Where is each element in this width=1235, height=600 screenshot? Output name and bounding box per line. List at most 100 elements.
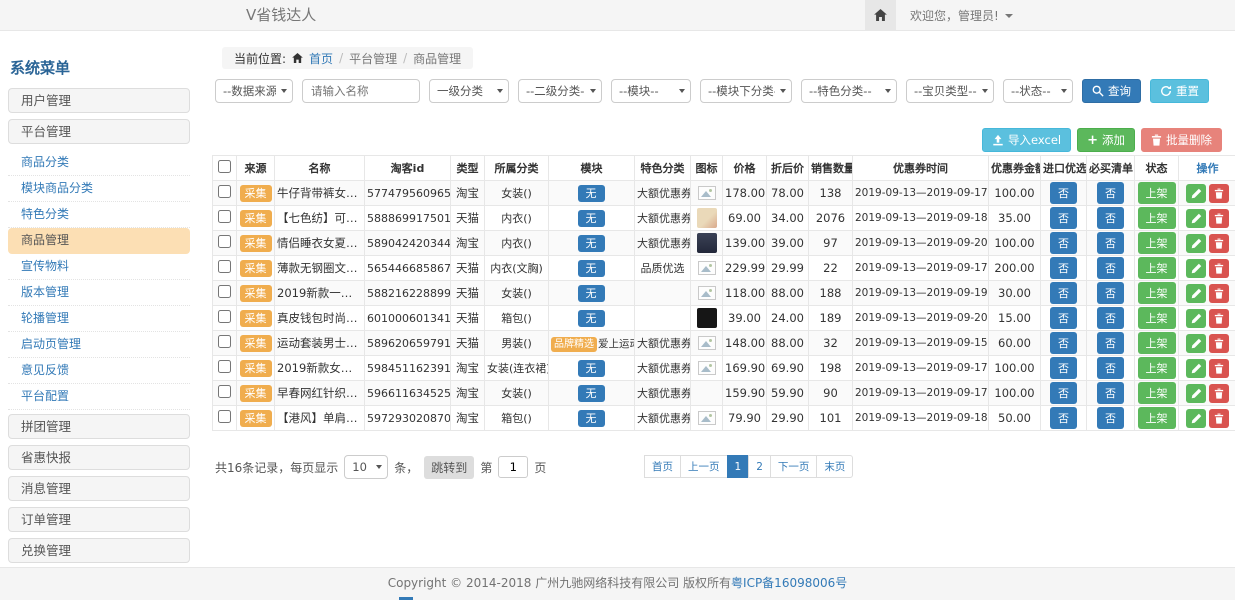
status-button[interactable]: 上架 — [1138, 282, 1176, 304]
delete-button[interactable] — [1209, 234, 1229, 253]
pagination-button[interactable]: 上一页 — [680, 455, 728, 478]
sidebar-subitem[interactable]: 版本管理 — [8, 280, 190, 306]
sidebar-subitem[interactable]: 启动页管理 — [8, 332, 190, 358]
pagination-button[interactable]: 首页 — [644, 455, 681, 478]
per-page-select[interactable]: 10 — [344, 455, 388, 479]
pagination-button[interactable]: 下一页 — [770, 455, 818, 478]
delete-button[interactable] — [1209, 409, 1229, 428]
must-buy-toggle[interactable]: 否 — [1097, 257, 1124, 279]
row-checkbox[interactable] — [218, 360, 231, 373]
status-button[interactable]: 上架 — [1138, 407, 1176, 429]
import-select-toggle[interactable]: 否 — [1050, 207, 1077, 229]
sidebar-subitem[interactable]: 特色分类 — [8, 202, 190, 228]
status-button[interactable]: 上架 — [1138, 307, 1176, 329]
delete-button[interactable] — [1209, 309, 1229, 328]
row-checkbox[interactable] — [218, 210, 231, 223]
sidebar-subitem[interactable]: 商品分类 — [8, 150, 190, 176]
row-checkbox[interactable] — [218, 385, 231, 398]
edit-button[interactable] — [1186, 184, 1206, 203]
batch-delete-button[interactable]: 批量删除 — [1141, 128, 1222, 152]
delete-button[interactable] — [1209, 334, 1229, 353]
import-select-toggle[interactable]: 否 — [1050, 282, 1077, 304]
must-buy-toggle[interactable]: 否 — [1097, 207, 1124, 229]
import-excel-button[interactable]: 导入excel — [982, 128, 1071, 152]
filter-select[interactable]: --状态-- — [1003, 79, 1073, 103]
import-select-toggle[interactable]: 否 — [1050, 407, 1077, 429]
sidebar-subitem[interactable]: 模块商品分类 — [8, 176, 190, 202]
edit-button[interactable] — [1186, 259, 1206, 278]
name-search-input[interactable] — [302, 79, 420, 103]
row-checkbox[interactable] — [218, 285, 231, 298]
status-button[interactable]: 上架 — [1138, 182, 1176, 204]
sidebar-section[interactable]: 订单管理 — [8, 507, 190, 532]
must-buy-toggle[interactable]: 否 — [1097, 232, 1124, 254]
row-checkbox[interactable] — [218, 235, 231, 248]
import-select-toggle[interactable]: 否 — [1050, 357, 1077, 379]
pagination-button[interactable]: 末页 — [816, 455, 853, 478]
sidebar-subitem[interactable]: 宣传物料 — [8, 254, 190, 280]
home-button[interactable] — [865, 0, 896, 30]
filter-select[interactable]: --宝贝类型-- — [906, 79, 994, 103]
sidebar-subitem[interactable]: 商品管理 — [8, 228, 190, 254]
status-button[interactable]: 上架 — [1138, 257, 1176, 279]
edit-button[interactable] — [1186, 409, 1206, 428]
edit-button[interactable] — [1186, 384, 1206, 403]
status-button[interactable]: 上架 — [1138, 382, 1176, 404]
edit-button[interactable] — [1186, 334, 1206, 353]
filter-select[interactable]: --二级分类-- — [518, 79, 602, 103]
delete-button[interactable] — [1209, 284, 1229, 303]
sidebar-section-platform-mgmt[interactable]: 平台管理 — [8, 119, 190, 144]
sidebar-section[interactable]: 兑换管理 — [8, 538, 190, 563]
must-buy-toggle[interactable]: 否 — [1097, 407, 1124, 429]
row-checkbox[interactable] — [218, 260, 231, 273]
filter-select[interactable]: 一级分类 — [429, 79, 509, 103]
row-checkbox[interactable] — [218, 185, 231, 198]
filter-select[interactable]: --模块下分类-- — [700, 79, 792, 103]
edit-button[interactable] — [1186, 359, 1206, 378]
edit-button[interactable] — [1186, 309, 1206, 328]
must-buy-toggle[interactable]: 否 — [1097, 282, 1124, 304]
must-buy-toggle[interactable]: 否 — [1097, 382, 1124, 404]
import-select-toggle[interactable]: 否 — [1050, 332, 1077, 354]
add-button[interactable]: + 添加 — [1077, 128, 1135, 152]
delete-button[interactable] — [1209, 259, 1229, 278]
row-checkbox[interactable] — [218, 310, 231, 323]
sidebar-subitem[interactable]: 轮播管理 — [8, 306, 190, 332]
page-number-input[interactable] — [498, 456, 528, 478]
pagination-button[interactable]: 1 — [727, 455, 750, 478]
delete-button[interactable] — [1209, 209, 1229, 228]
reset-button[interactable]: 重置 — [1150, 79, 1209, 103]
icp-link[interactable]: 粤ICP备16098006号 — [731, 576, 847, 590]
import-select-toggle[interactable]: 否 — [1050, 382, 1077, 404]
filter-select[interactable]: --模块-- — [611, 79, 691, 103]
must-buy-toggle[interactable]: 否 — [1097, 307, 1124, 329]
sidebar-section[interactable]: 拼团管理 — [8, 414, 190, 439]
must-buy-toggle[interactable]: 否 — [1097, 182, 1124, 204]
sidebar-subitem[interactable]: 平台配置 — [8, 384, 190, 410]
jump-to-button[interactable]: 跳转到 — [424, 456, 474, 479]
edit-button[interactable] — [1186, 209, 1206, 228]
status-button[interactable]: 上架 — [1138, 232, 1176, 254]
sidebar-subitem[interactable]: 意见反馈 — [8, 358, 190, 384]
user-menu[interactable]: 欢迎您，管理员! — [910, 7, 1013, 24]
status-button[interactable]: 上架 — [1138, 357, 1176, 379]
import-select-toggle[interactable]: 否 — [1050, 257, 1077, 279]
breadcrumb-home-link[interactable]: 首页 — [309, 50, 333, 67]
must-buy-toggle[interactable]: 否 — [1097, 332, 1124, 354]
pagination-button[interactable]: 2 — [748, 455, 771, 478]
filter-select[interactable]: --特色分类-- — [801, 79, 897, 103]
sidebar-section[interactable]: 省惠快报 — [8, 445, 190, 470]
sidebar-section[interactable]: 消息管理 — [8, 476, 190, 501]
import-select-toggle[interactable]: 否 — [1050, 182, 1077, 204]
sidebar-section-user-mgmt[interactable]: 用户管理 — [8, 88, 190, 113]
edit-button[interactable] — [1186, 234, 1206, 253]
search-button[interactable]: 查询 — [1082, 79, 1141, 103]
edit-button[interactable] — [1186, 284, 1206, 303]
import-select-toggle[interactable]: 否 — [1050, 307, 1077, 329]
select-all-checkbox[interactable] — [218, 160, 231, 173]
delete-button[interactable] — [1209, 359, 1229, 378]
status-button[interactable]: 上架 — [1138, 207, 1176, 229]
must-buy-toggle[interactable]: 否 — [1097, 357, 1124, 379]
import-select-toggle[interactable]: 否 — [1050, 232, 1077, 254]
filter-data-source-select[interactable]: --数据来源-- — [215, 79, 293, 103]
